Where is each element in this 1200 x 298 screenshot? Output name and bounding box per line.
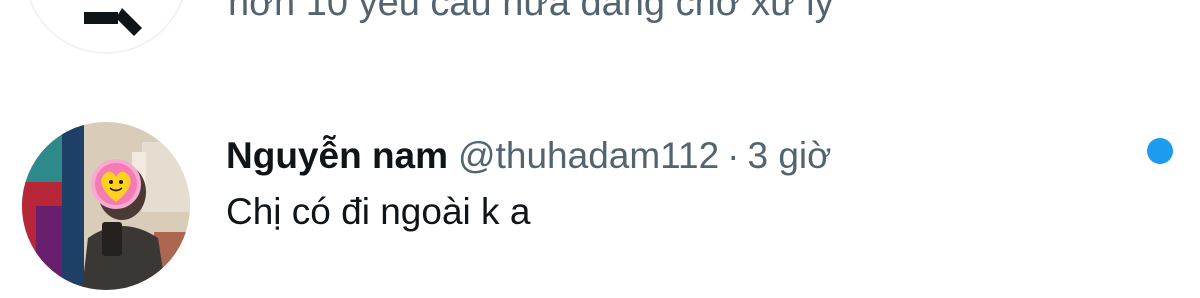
unread-indicator-icon (1147, 138, 1173, 164)
conversation-item[interactable]: Nguyễn nam @thuhadam112 · 3 giờ Chị có đi n… (0, 110, 1200, 298)
message-requests-icon-circle (24, 0, 188, 54)
message-preview: Chị có đi ngoài k a (226, 191, 531, 232)
avatar[interactable] (22, 122, 190, 290)
message-requests-icon (84, 8, 142, 36)
user-handle[interactable]: @thuhadam112 (458, 135, 719, 176)
separator-dot: · (727, 135, 740, 176)
pending-requests-text: hơn 10 yêu cầu nữa đang chờ xử lý (228, 0, 834, 24)
conversation-header: Nguyễn nam @thuhadam112 · 3 giờ (226, 134, 831, 178)
message-requests-row[interactable]: hơn 10 yêu cầu nữa đang chờ xử lý (0, 0, 1200, 60)
timestamp: 3 giờ (747, 135, 832, 176)
display-name[interactable]: Nguyễn nam (226, 135, 448, 176)
